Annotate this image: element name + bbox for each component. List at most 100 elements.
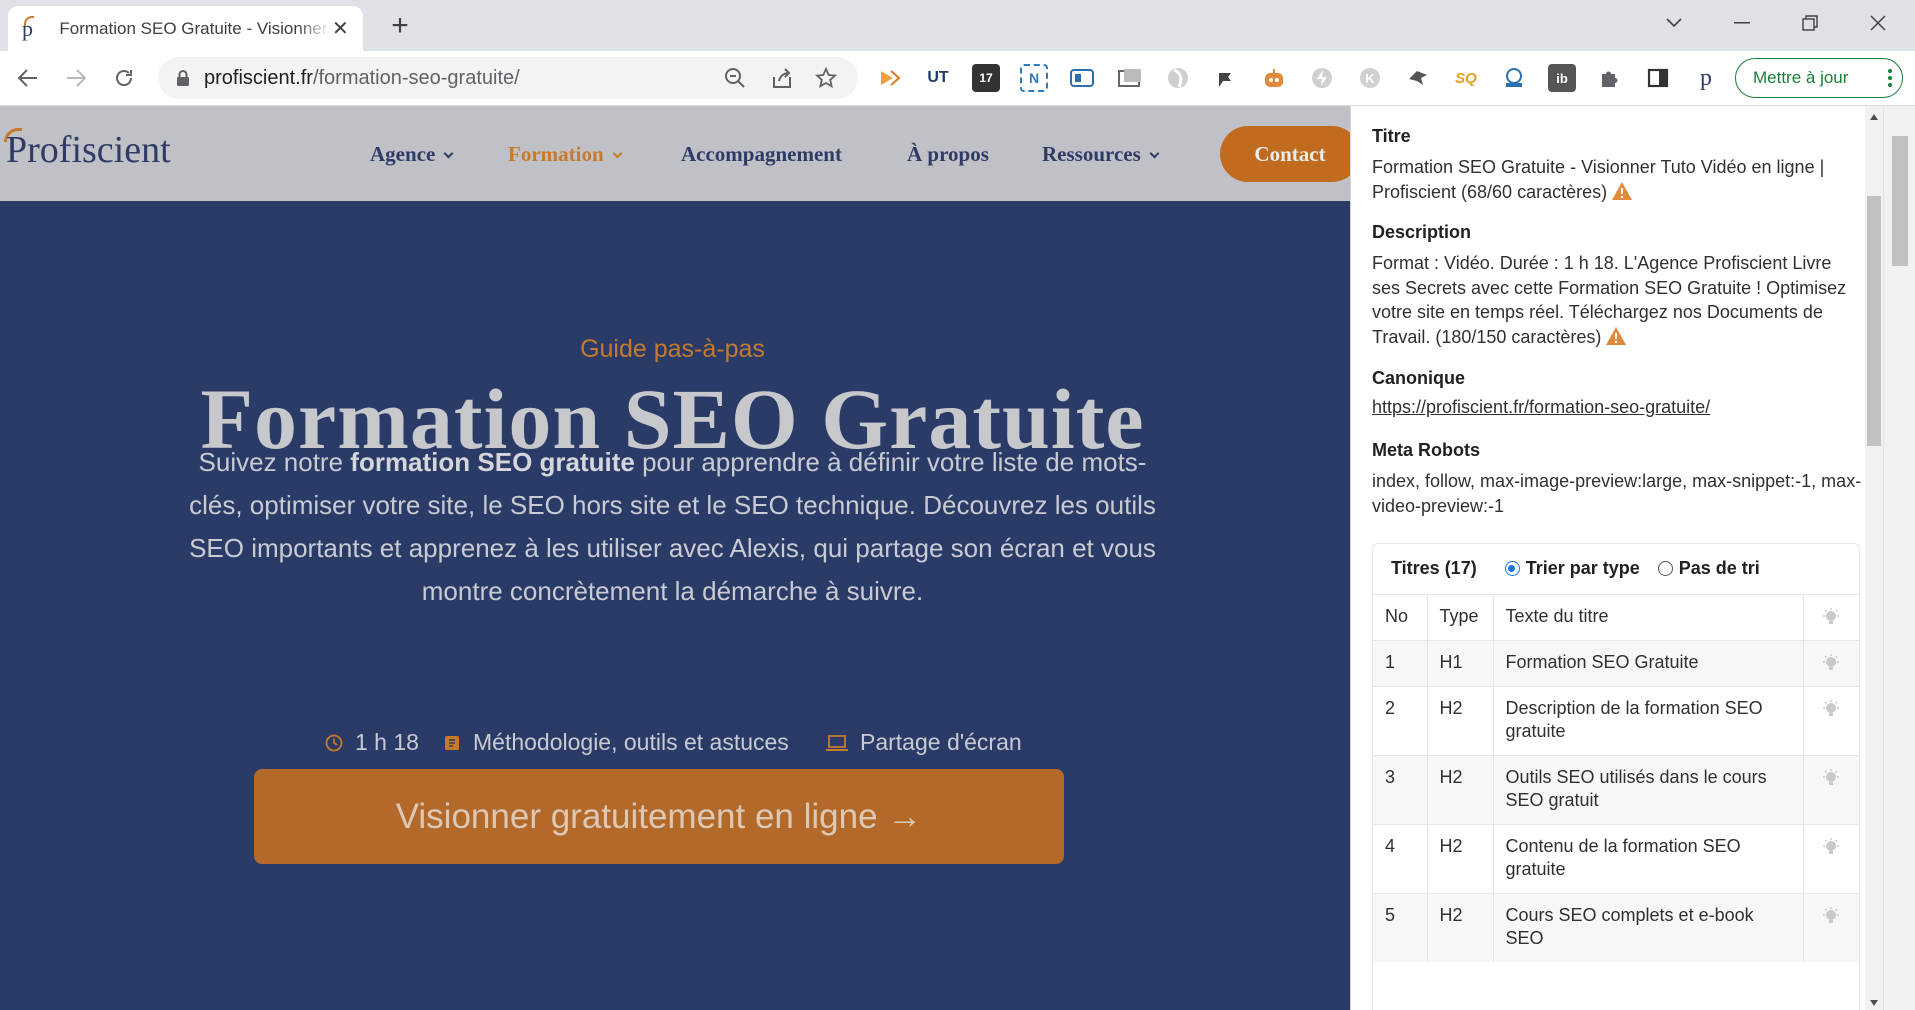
update-button[interactable]: Mettre à jour	[1735, 58, 1903, 98]
nav-item-agence[interactable]: Agence	[370, 142, 454, 167]
extension-robot-icon[interactable]	[1260, 64, 1288, 92]
extension-k-icon[interactable]: K	[1356, 64, 1384, 92]
extension-seo-icon[interactable]: SQ	[1452, 64, 1480, 92]
row-highlight[interactable]	[1802, 824, 1859, 894]
meta-robots-value: index, follow, max-image-preview:large, …	[1372, 471, 1862, 516]
zoom-icon[interactable]	[723, 66, 747, 90]
hero-section: Guide pas-à-pas Formation SEO Gratuite S…	[0, 201, 1350, 1010]
extension-ib-icon[interactable]: ib	[1548, 64, 1576, 92]
laptop-icon	[826, 734, 848, 751]
close-tab-icon[interactable]: ✕	[330, 16, 351, 41]
extension-17-icon[interactable]: 17	[972, 64, 1000, 92]
title-value: Formation SEO Gratuite - Visionner Tuto …	[1372, 157, 1825, 202]
browser-tab-active[interactable]: p Formation SEO Gratuite - Visionner Tut…	[8, 6, 363, 51]
table-row[interactable]: 5 H2 Cours SEO complets et e-book SEO	[1373, 893, 1859, 962]
row-text: Outils SEO utilisés dans le cours SEO gr…	[1492, 755, 1803, 825]
extension-bolt-icon[interactable]	[1308, 64, 1336, 92]
site-logo[interactable]: Profiscient	[6, 128, 171, 172]
new-tab-icon[interactable]: +	[384, 10, 416, 42]
nav-item-accompagnement[interactable]: Accompagnement	[681, 142, 842, 167]
column-header-highlight	[1802, 594, 1859, 641]
headings-count-label: Titres (17)	[1391, 558, 1477, 578]
lightbulb-icon[interactable]	[1821, 837, 1841, 857]
meta-robots-section: Meta Robots index, follow, max-image-pre…	[1372, 440, 1862, 518]
meta-format-text: Partage d'écran	[860, 729, 1022, 755]
radio-unchecked-icon	[1657, 561, 1673, 576]
table-row[interactable]: 1 H1 Formation SEO Gratuite	[1373, 640, 1859, 687]
clock-icon	[325, 734, 343, 751]
minimize-icon[interactable]	[1722, 6, 1762, 40]
table-row[interactable]: 2 H2 Description de la formation SEO gra…	[1373, 686, 1859, 756]
extension-translate-icon[interactable]	[1500, 64, 1528, 92]
address-bar[interactable]: profiscient.fr/formation-seo-gratuite/	[158, 57, 858, 99]
extension-grey-circle-icon[interactable]	[1164, 64, 1192, 92]
extensions-puzzle-icon[interactable]	[1596, 64, 1624, 92]
bookmark-star-icon[interactable]	[814, 66, 838, 90]
table-header-row: No Type Texte du titre	[1373, 594, 1859, 641]
nav-item-ressources[interactable]: Ressources	[1042, 142, 1160, 167]
update-button-label: Mettre à jour	[1753, 68, 1849, 87]
meta-format: Partage d'écran	[826, 729, 1022, 756]
side-panel-icon[interactable]	[1644, 64, 1672, 92]
table-row[interactable]: 3 H2 Outils SEO utilisés dans le cours S…	[1373, 755, 1859, 825]
title-section: Titre Formation SEO Gratuite - Visionner…	[1372, 126, 1862, 204]
chevron-down-icon	[612, 148, 623, 159]
radio-checked-icon	[1504, 561, 1520, 576]
canonical-link[interactable]: https://profiscient.fr/formation-seo-gra…	[1372, 397, 1862, 418]
row-highlight[interactable]	[1802, 686, 1859, 756]
extension-play-icon[interactable]	[876, 64, 904, 92]
lock-icon[interactable]	[176, 70, 190, 86]
watch-online-button[interactable]: Visionner gratuitement en ligne →	[254, 769, 1064, 864]
panel-scrollbar[interactable]	[1865, 106, 1883, 1010]
restore-icon[interactable]	[1790, 6, 1830, 40]
row-no: 2	[1373, 686, 1427, 756]
table-row[interactable]: 4 H2 Contenu de la formation SEO gratuit…	[1373, 824, 1859, 894]
lightbulb-icon[interactable]	[1821, 699, 1841, 719]
extension-window-icon[interactable]	[1068, 64, 1096, 92]
row-highlight[interactable]	[1802, 893, 1859, 962]
url-text[interactable]: profiscient.fr/formation-seo-gratuite/	[204, 67, 520, 90]
row-type: H2	[1426, 824, 1493, 894]
extension-flag-icon[interactable]	[1212, 64, 1240, 92]
lightbulb-icon[interactable]	[1821, 653, 1841, 673]
extension-screenshot-icon[interactable]	[1116, 64, 1144, 92]
window-scrollbar[interactable]	[1883, 106, 1915, 1010]
row-highlight[interactable]	[1802, 640, 1859, 687]
lightbulb-icon[interactable]	[1821, 768, 1841, 788]
lightbulb-icon[interactable]	[1821, 607, 1841, 627]
row-type: H2	[1426, 755, 1493, 825]
column-header-text: Texte du titre	[1492, 594, 1803, 641]
row-type: H2	[1426, 686, 1493, 756]
lightbulb-icon[interactable]	[1821, 906, 1841, 926]
extension-bird-icon[interactable]	[1404, 64, 1432, 92]
panel-scrollbar-thumb[interactable]	[1867, 196, 1881, 446]
extension-n-icon[interactable]: N	[1020, 64, 1048, 92]
close-window-icon[interactable]	[1858, 6, 1898, 40]
tab-search-chevron-icon[interactable]	[1654, 6, 1694, 40]
row-highlight[interactable]	[1802, 755, 1859, 825]
reload-icon[interactable]	[106, 60, 142, 96]
row-text: Formation SEO Gratuite	[1492, 640, 1803, 687]
sort-by-type-radio[interactable]: Trier par type	[1504, 558, 1640, 579]
web-page: Profiscient Agence Formation Accompagnem…	[0, 106, 1350, 1010]
scroll-up-arrow-icon[interactable]	[1870, 114, 1878, 120]
nav-item-a-propos[interactable]: À propos	[907, 142, 989, 167]
nav-item-formation[interactable]: Formation	[508, 142, 623, 167]
row-type: H1	[1426, 640, 1493, 687]
hero-eyebrow: Guide pas-à-pas	[580, 335, 765, 363]
row-type: H2	[1426, 893, 1493, 962]
no-sort-radio[interactable]: Pas de tri	[1657, 558, 1760, 579]
headings-box: Titres (17) Trier par type Pas de tri No…	[1372, 543, 1860, 1010]
window-scrollbar-thumb[interactable]	[1892, 136, 1908, 266]
scroll-down-arrow-icon[interactable]	[1870, 1000, 1878, 1006]
chevron-down-icon	[443, 148, 454, 159]
share-icon[interactable]	[770, 66, 794, 90]
contact-button[interactable]: Contact	[1220, 126, 1350, 182]
profile-avatar-icon[interactable]: p	[1692, 64, 1720, 92]
svg-text:K: K	[1365, 71, 1375, 86]
back-arrow-icon[interactable]	[10, 60, 46, 96]
description-value: Format : Vidéo. Durée : 1 h 18. L'Agence…	[1372, 253, 1847, 347]
extension-ut-icon[interactable]: UT	[924, 64, 952, 92]
menu-dots-icon[interactable]	[1888, 69, 1892, 87]
forward-arrow-icon[interactable]	[58, 60, 94, 96]
